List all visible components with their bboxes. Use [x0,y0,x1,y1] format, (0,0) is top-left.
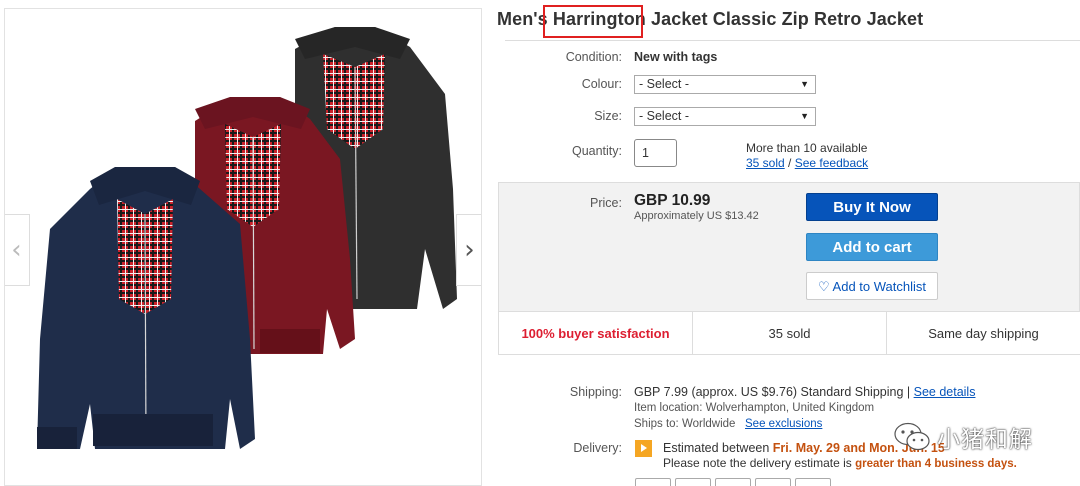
colour-selected: - Select - [639,77,690,91]
note-prefix: Please note the delivery estimate is [663,456,852,470]
delivery-label: Delivery: [573,441,622,455]
watchlist-label: Add to Watchlist [832,279,926,294]
sold-count-link[interactable]: 35 sold [746,156,785,170]
mastercard-icon [715,478,751,486]
highlight-annotation [543,5,643,38]
watermark-text: 小猪和解 [937,427,1033,453]
sold-count-stat: 35 sold [693,312,887,354]
chevron-left-icon[interactable]: ‹ [5,214,30,286]
heart-icon: ♡ [817,279,830,294]
discover-icon [795,478,831,486]
payment-method-icon [635,478,671,486]
availability-info: More than 10 available 35 sold / See fee… [746,141,868,171]
estimate-prefix: Estimated between [663,441,770,455]
condition-value: New with tags [634,50,718,64]
shipping-cost: GBP 7.99 (approx. US $9.76) [634,385,798,399]
seller-stats-bar: 100% buyer satisfaction 35 sold Same day… [499,311,1080,354]
price-approx: Approximately US $13.42 [634,210,759,222]
see-exclusions-link[interactable]: See exclusions [745,418,822,430]
colour-label: Colour: [581,77,622,91]
availability-text: More than 10 available [746,141,868,155]
dropdown-caret-icon: ▼ [800,79,809,89]
shipping-label: Shipping: [569,385,622,399]
size-label: Size: [594,109,622,123]
product-image [37,27,457,449]
ships-to-line: Ships to: Worldwide See exclusions [634,418,822,430]
link-separator: / [788,156,792,170]
colour-select[interactable]: - Select - ▼ [634,75,816,94]
delivery-note: Please note the delivery estimate is gre… [663,456,1017,470]
price-label: Price: [590,196,622,210]
jacket-navy [37,167,255,449]
title-divider [505,40,1080,41]
ships-to: Ships to: Worldwide [634,418,736,430]
quantity-label: Quantity: [571,144,622,158]
product-image-gallery[interactable]: ‹ › [4,8,482,486]
visa-icon [755,478,791,486]
payment-method-icon [675,478,711,486]
watermark: 小猪和解 [893,420,1033,454]
delivery-flag-icon [635,440,652,457]
chevron-right-icon[interactable]: › [456,214,481,286]
add-to-watchlist-button[interactable]: ♡ Add to Watchlist [806,272,938,300]
buy-it-now-button[interactable]: Buy It Now [806,193,938,221]
item-location: Item location: Wolverhampton, United Kin… [634,402,875,414]
quantity-input[interactable]: 1 [634,139,677,167]
see-details-link[interactable]: See details [914,385,976,399]
dropdown-caret-icon: ▼ [800,111,809,121]
wechat-icon [894,422,930,451]
price-value: GBP 10.99 [634,192,711,209]
size-selected: - Select - [639,109,690,123]
shipping-speed-stat: Same day shipping [928,325,1039,341]
note-emphasis: greater than 4 business days. [855,458,1017,470]
add-to-cart-button[interactable]: Add to cart [806,233,938,261]
size-select[interactable]: - Select - ▼ [634,107,816,126]
condition-label: Condition: [565,50,622,64]
shipping-method: Standard Shipping | [800,385,911,399]
see-feedback-link[interactable]: See feedback [795,156,868,170]
shipping-cost-line: GBP 7.99 (approx. US $9.76) Standard Shi… [634,385,975,399]
buyer-satisfaction-stat: 100% buyer satisfaction [499,312,693,354]
